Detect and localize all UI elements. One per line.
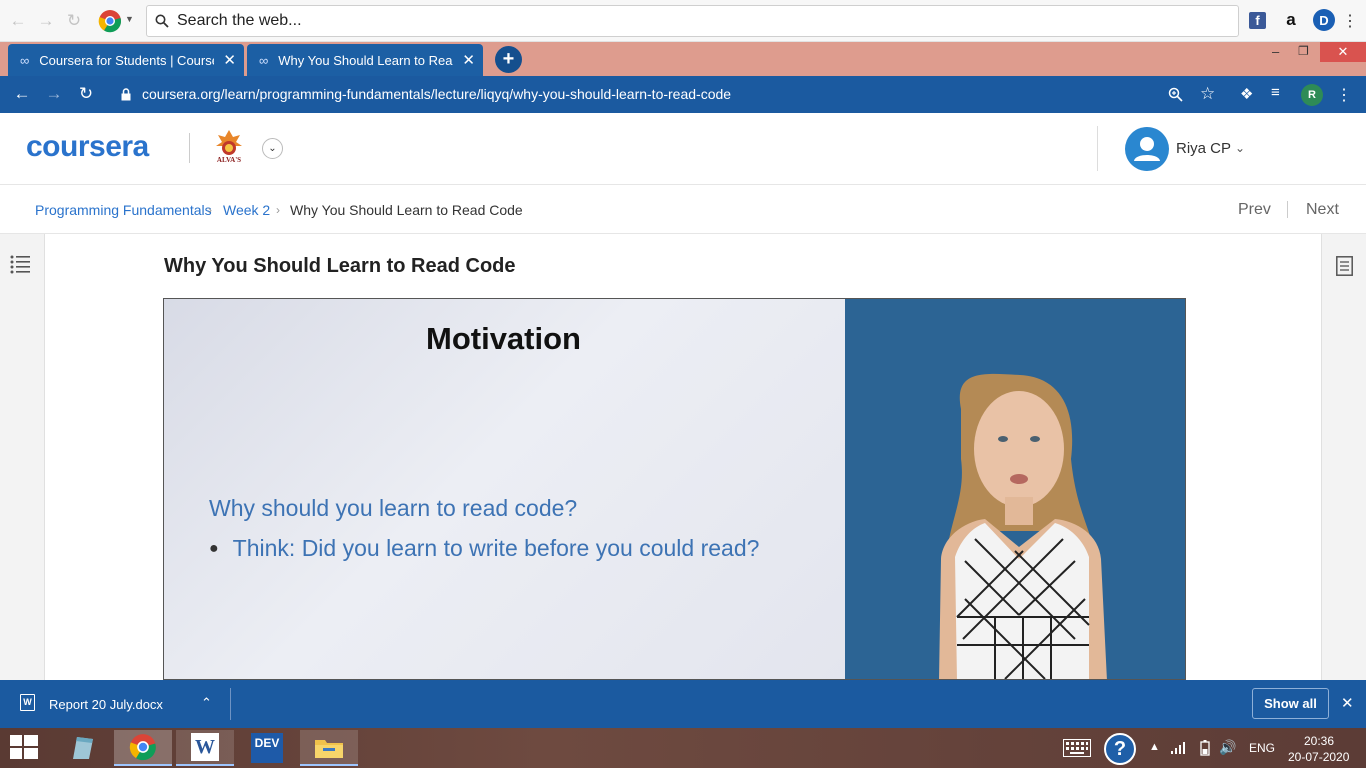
clock-time[interactable]: 20:36 <box>1304 734 1334 748</box>
language-indicator[interactable]: ENG <box>1249 741 1275 755</box>
header-divider <box>1097 126 1098 171</box>
tab-label: Why You Should Learn to Read C <box>278 52 454 68</box>
coursera-favicon-icon: ∞ <box>259 52 269 68</box>
presenter-image <box>939 373 1107 679</box>
chrome-logo-icon[interactable] <box>98 9 122 33</box>
clock-date[interactable]: 20-07-2020 <box>1288 750 1349 764</box>
partner-logo-text: ALVA'S <box>216 156 242 164</box>
prev-link[interactable]: Prev <box>1238 201 1271 219</box>
breadcrumb-week-link[interactable]: Week 2 <box>223 202 270 218</box>
word-document-icon: W <box>20 694 35 711</box>
presenter-panel <box>845 299 1185 679</box>
taskbar-devcpp-icon[interactable]: DEV <box>238 730 296 766</box>
video-player[interactable]: Motivation Why should you learn to read … <box>163 298 1186 680</box>
restore-icon[interactable]: ❐ <box>1298 44 1309 58</box>
close-icon[interactable]: ✕ <box>223 51 236 69</box>
back-arrow-icon[interactable]: ← <box>12 84 32 104</box>
battery-icon[interactable] <box>1200 740 1210 761</box>
chevron-down-icon[interactable]: ▼ <box>125 14 134 24</box>
header-divider <box>189 133 190 163</box>
downloads-bar: W ⌃ ✕ <box>0 680 1366 728</box>
coursera-favicon-icon: ∞ <box>20 52 30 68</box>
search-icon <box>155 14 169 28</box>
minimize-icon[interactable]: – <box>1272 44 1279 59</box>
breadcrumb-course-link[interactable]: Programming Fundamentals <box>35 202 212 218</box>
volume-icon[interactable]: 🔊 <box>1219 739 1236 756</box>
breadcrumb-current: Why You Should Learn to Read Code <box>290 202 523 218</box>
extension-d-icon[interactable]: D <box>1313 9 1335 31</box>
chevron-up-icon[interactable]: ⌃ <box>201 695 212 711</box>
lecture-slide: Motivation Why should you learn to read … <box>164 299 845 679</box>
partner-logo[interactable]: ALVA'S <box>213 129 245 165</box>
kebab-menu-icon[interactable]: ⋮ <box>1336 84 1352 106</box>
reload-icon[interactable]: ↻ <box>64 11 84 31</box>
taskbar-chrome-icon[interactable] <box>114 730 172 766</box>
forward-arrow-icon[interactable]: → <box>44 84 64 104</box>
lecture-title: Why You Should Learn to Read Code <box>164 255 516 277</box>
slide-bullet-text: Think: Did you learn to write before you… <box>232 535 760 561</box>
tab-why-read-code[interactable]: ∞ Why You Should Learn to Read C ✕ <box>247 44 483 76</box>
window-close-button[interactable]: ✕ <box>1320 42 1366 62</box>
search-placeholder: Search the web... <box>177 12 302 29</box>
zoom-icon[interactable] <box>1168 87 1183 107</box>
slide-question: Why should you learn to read code? <box>209 495 578 521</box>
help-icon[interactable]: ? <box>1104 733 1136 765</box>
course-outline-icon[interactable] <box>10 254 30 279</box>
slide-bullet: ● Think: Did you learn to write before yo… <box>209 535 759 562</box>
address-bar: ← → ↻ coursera.org/learn/programming-fun… <box>0 76 1366 113</box>
network-signal-icon[interactable] <box>1171 740 1187 759</box>
reload-icon[interactable]: ↻ <box>76 84 96 104</box>
url-text[interactable]: coursera.org/learn/programming-fundament… <box>142 86 731 102</box>
show-all-button[interactable]: Show all <box>1252 688 1329 719</box>
facebook-icon[interactable]: f <box>1249 12 1266 29</box>
devcpp-label: DEV <box>251 733 283 763</box>
taskbar-notes-app-icon[interactable] <box>52 730 110 766</box>
next-link[interactable]: Next <box>1306 201 1339 219</box>
forward-arrow-icon[interactable]: → <box>36 11 56 31</box>
chevron-right-icon: › <box>208 203 212 217</box>
coursera-logo[interactable]: coursera <box>26 130 149 164</box>
prev-next-divider <box>1287 201 1288 218</box>
touch-keyboard-icon[interactable] <box>1063 739 1091 762</box>
left-sidebar <box>0 234 45 680</box>
top-search-bar: ← → ↻ ▼ Search the web... f a D ⋮ <box>0 0 1366 42</box>
downloads-divider <box>230 688 231 720</box>
user-avatar[interactable] <box>1125 127 1169 171</box>
close-icon[interactable]: ✕ <box>462 51 475 69</box>
chevron-down-icon[interactable]: ⌄ <box>1235 141 1245 155</box>
tab-coursera-students[interactable]: ∞ Coursera for Students | Coursera ✕ <box>8 44 244 76</box>
windows-start-icon[interactable] <box>10 735 38 766</box>
kebab-menu-icon[interactable]: ⋮ <box>1342 10 1358 32</box>
star-bookmark-icon[interactable]: ☆ <box>1200 84 1215 104</box>
profile-avatar[interactable]: R <box>1301 84 1323 106</box>
close-icon[interactable]: ✕ <box>1341 694 1354 712</box>
lock-icon[interactable] <box>121 88 131 101</box>
new-tab-button[interactable]: + <box>495 46 522 73</box>
bullet-icon: ● <box>209 540 219 557</box>
alvas-emblem-icon <box>216 130 242 155</box>
taskbar-file-explorer-icon[interactable] <box>300 730 358 766</box>
right-sidebar <box>1321 234 1366 680</box>
slide-title: Motivation <box>426 321 581 356</box>
user-name[interactable]: Riya CP <box>1176 140 1231 157</box>
extensions-puzzle-icon[interactable]: ❖ <box>1240 85 1253 103</box>
tab-label: Coursera for Students | Coursera <box>39 52 215 68</box>
amazon-icon[interactable]: a <box>1282 10 1300 30</box>
back-arrow-icon[interactable]: ← <box>8 11 28 31</box>
tray-chevron-up-icon[interactable]: ▲ <box>1149 741 1160 753</box>
partner-dropdown-button[interactable]: ⌄ <box>262 138 283 159</box>
taskbar-word-icon[interactable]: W <box>176 730 234 766</box>
media-queue-icon[interactable]: ≡ <box>1271 84 1280 101</box>
chevron-right-icon: › <box>276 203 280 217</box>
download-file-name[interactable]: Report 20 July.docx <box>49 697 163 712</box>
web-search-input[interactable]: Search the web... <box>146 5 1239 37</box>
notes-icon[interactable] <box>1336 256 1353 281</box>
